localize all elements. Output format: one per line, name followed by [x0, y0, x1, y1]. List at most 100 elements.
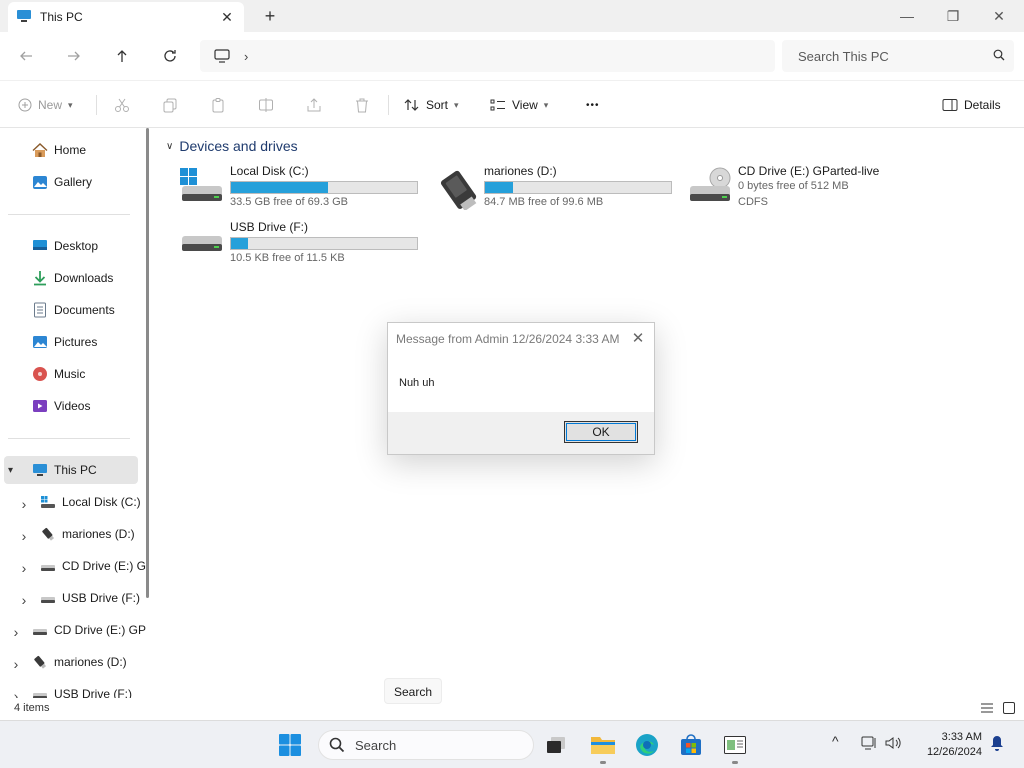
nav-item-pictures[interactable]: Pictures — [32, 328, 144, 356]
new-tab-button[interactable]: + — [260, 6, 280, 26]
chevron-right-icon[interactable]: › — [10, 656, 22, 672]
share-button[interactable] — [306, 93, 322, 117]
volume-icon[interactable] — [884, 735, 902, 754]
tab-this-pc[interactable]: This PC ✕ — [8, 2, 244, 32]
tree-item-drive[interactable]: mariones (D:) — [32, 648, 127, 676]
search-box[interactable]: Search This PC — [782, 40, 1014, 72]
new-label: New — [38, 98, 63, 112]
task-view-button[interactable] — [542, 731, 570, 759]
chevron-right-icon[interactable]: › — [10, 688, 22, 698]
sort-button[interactable]: Sort ▾ — [404, 93, 459, 117]
view-button[interactable]: View ▾ — [490, 93, 548, 117]
rename-button[interactable] — [258, 93, 274, 117]
search-tooltip: Search — [384, 678, 442, 704]
drive-local-disk-c[interactable]: Local Disk (C:) 33.5 GB free of 69.3 GB — [178, 164, 423, 214]
edge-button[interactable] — [633, 731, 661, 759]
drive-free-space: 10.5 KB free of 11.5 KB — [230, 252, 345, 264]
maximize-button[interactable]: ❐ — [930, 0, 976, 32]
copy-button[interactable] — [162, 93, 178, 117]
nav-item-documents[interactable]: Documents — [32, 296, 144, 324]
taskbar-search[interactable]: Search — [318, 730, 534, 760]
hard-drive-icon — [40, 590, 56, 606]
dialog-close-icon[interactable]: ✕ — [628, 329, 648, 349]
task-view-icon — [547, 737, 565, 753]
running-indicator — [600, 761, 606, 764]
tray-overflow-icon[interactable]: ^ — [832, 733, 839, 749]
details-view-icon[interactable] — [980, 701, 996, 717]
nav-item-label: Documents — [54, 303, 115, 317]
monitor-icon — [32, 462, 48, 478]
tree-item-drive[interactable]: CD Drive (E:) G — [40, 552, 146, 580]
search-icon — [329, 737, 345, 753]
nav-item-label: Music — [54, 367, 86, 381]
tiles-view-icon[interactable] — [1002, 701, 1018, 717]
drive-free-space: 33.5 GB free of 69.3 GB — [230, 196, 349, 208]
running-indicator — [732, 761, 738, 764]
nav-item-this-pc[interactable]: ▾ This PC — [4, 456, 138, 484]
drive-mariones-d[interactable]: mariones (D:) 84.7 MB free of 99.6 MB — [432, 164, 677, 214]
nav-item-home[interactable]: Home — [32, 136, 86, 164]
start-button[interactable] — [276, 731, 304, 759]
nav-scrollbar[interactable] — [146, 128, 149, 598]
tree-item-drive[interactable]: mariones (D:) — [40, 520, 135, 548]
divider — [8, 214, 130, 215]
nav-item-music[interactable]: Music — [32, 360, 144, 388]
minimize-button[interactable]: — — [884, 0, 930, 32]
refresh-button[interactable] — [158, 44, 182, 68]
chevron-right-icon[interactable]: › — [10, 624, 22, 640]
close-button[interactable]: ✕ — [976, 0, 1022, 32]
more-options-button[interactable]: ••• — [586, 93, 600, 117]
tab-label: This PC — [40, 10, 83, 24]
ok-button[interactable]: OK — [564, 421, 638, 443]
cd-drive-icon — [32, 622, 48, 638]
hard-drive-windows-icon — [40, 494, 56, 510]
details-button[interactable]: Details — [942, 93, 1001, 117]
up-button[interactable] — [110, 44, 134, 68]
app-window-button[interactable] — [721, 731, 749, 759]
cd-drive-icon — [40, 558, 56, 574]
nav-item-desktop[interactable]: Desktop — [32, 232, 144, 260]
tree-item-drive[interactable]: Local Disk (C:) — [40, 488, 141, 516]
clock-date: 12/26/2024 — [926, 746, 982, 758]
tree-item-drive[interactable]: USB Drive (F:) — [40, 584, 140, 612]
search-input[interactable]: Search This PC — [798, 49, 984, 64]
notification-bell-icon[interactable] — [990, 735, 1004, 754]
nav-item-downloads[interactable]: Downloads — [32, 264, 144, 292]
hard-drive-icon — [32, 686, 48, 698]
cut-button[interactable] — [114, 93, 130, 117]
group-header-devices[interactable]: ∨ Devices and drives — [166, 138, 298, 154]
taskbar-search-input[interactable]: Search — [355, 738, 396, 753]
address-bar[interactable]: › — [200, 40, 775, 72]
tab-close-icon[interactable]: ✕ — [218, 8, 236, 26]
arrow-up-icon — [117, 50, 127, 62]
chevron-down-icon[interactable]: ▾ — [8, 465, 24, 476]
paste-button[interactable] — [210, 93, 226, 117]
delete-button[interactable] — [354, 93, 370, 117]
chevron-right-icon[interactable]: › — [18, 592, 30, 608]
chevron-right-icon[interactable]: › — [18, 528, 30, 544]
drive-usb-f[interactable]: USB Drive (F:) 10.5 KB free of 11.5 KB — [178, 220, 423, 270]
nav-item-videos[interactable]: Videos — [32, 392, 144, 420]
clock[interactable]: 3:33 AM 12/26/2024 — [912, 730, 982, 760]
back-button[interactable] — [14, 44, 38, 68]
breadcrumb-chevron-icon[interactable]: › — [244, 49, 248, 64]
cd-drive-icon — [686, 166, 734, 210]
arrow-right-icon — [68, 51, 80, 61]
chevron-down-icon: ▾ — [543, 99, 549, 110]
chevron-right-icon[interactable]: › — [18, 560, 30, 576]
network-icon[interactable] — [860, 735, 878, 754]
group-title: Devices and drives — [179, 138, 298, 154]
tree-item-drive[interactable]: USB Drive (F:) — [32, 680, 132, 698]
forward-button[interactable] — [62, 44, 86, 68]
hard-drive-windows-icon — [178, 166, 226, 210]
new-button[interactable]: New ▾ — [18, 93, 73, 117]
store-button[interactable] — [677, 731, 705, 759]
desktop-icon — [32, 238, 48, 254]
file-explorer-button[interactable] — [589, 731, 617, 759]
chevron-right-icon[interactable]: › — [18, 496, 30, 512]
nav-item-gallery[interactable]: Gallery — [32, 168, 92, 196]
drive-cd-e[interactable]: CD Drive (E:) GParted-live 0 bytes free … — [686, 164, 931, 214]
gallery-icon — [32, 174, 48, 190]
tree-item-drive[interactable]: CD Drive (E:) GP — [32, 616, 146, 644]
dialog-footer: OK — [388, 412, 654, 454]
